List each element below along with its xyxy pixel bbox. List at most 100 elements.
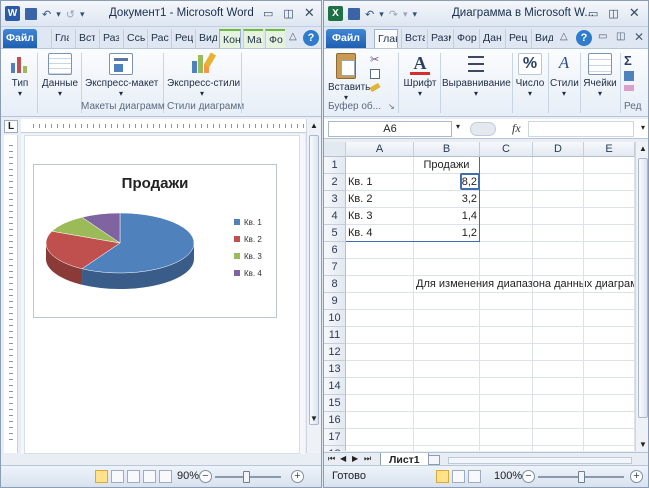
name-box[interactable]: A6 [328, 121, 452, 137]
cell-e12[interactable] [584, 344, 635, 361]
undo-dropdown-icon[interactable]: ▾ [379, 9, 384, 20]
minimize-icon[interactable]: ▭ [598, 31, 607, 42]
row-header-2[interactable]: 2 [324, 174, 346, 191]
minimize-icon[interactable]: ▭ [588, 7, 598, 20]
row-header-9[interactable]: 9 [324, 293, 346, 310]
cell-c16[interactable] [480, 412, 533, 429]
cell-a16[interactable] [346, 412, 414, 429]
document-page[interactable]: Продажи Кв. 1 Кв. 2 Кв. 3 Кв. 4 [24, 135, 300, 454]
copy-icon[interactable] [370, 69, 380, 79]
scroll-down-icon[interactable]: ▼ [639, 440, 647, 449]
formula-input[interactable] [528, 121, 634, 137]
cell-d7[interactable] [533, 259, 584, 276]
cell-a4[interactable]: Кв. 3 [346, 208, 414, 225]
cell-d18[interactable] [533, 446, 584, 451]
tab-page-layout[interactable]: Разм [427, 29, 451, 48]
horizontal-ruler[interactable] [21, 119, 321, 133]
scroll-down-icon[interactable]: ▼ [310, 414, 318, 423]
cell-c17[interactable] [480, 429, 533, 446]
cell-c9[interactable] [480, 293, 533, 310]
tab-view[interactable]: Вид [531, 29, 553, 48]
cell-d6[interactable] [533, 242, 584, 259]
cell-b15[interactable] [414, 395, 480, 412]
cell-b7[interactable] [414, 259, 480, 276]
cell-a2[interactable]: Кв. 1 [346, 174, 414, 191]
row-header-1[interactable]: 1 [324, 157, 346, 174]
insert-sheet-icon[interactable] [428, 455, 440, 465]
cell-e2[interactable] [584, 174, 635, 191]
cut-icon[interactable]: ✂ [370, 53, 379, 66]
cell-e11[interactable] [584, 327, 635, 344]
zoom-in-button[interactable]: + [630, 470, 643, 483]
cell-d11[interactable] [533, 327, 584, 344]
cell-a13[interactable] [346, 361, 414, 378]
row-header-11[interactable]: 11 [324, 327, 346, 344]
cell-a6[interactable] [346, 242, 414, 259]
dialog-launcher-icon[interactable]: ↘ [388, 102, 395, 111]
cell-a1[interactable] [346, 157, 414, 174]
customize-qat-icon[interactable]: ▾ [80, 9, 85, 20]
select-all-corner[interactable] [324, 142, 346, 157]
cell-b9[interactable] [414, 293, 480, 310]
close-icon[interactable]: ✕ [304, 5, 315, 21]
excel-vertical-scrollbar[interactable]: ▲ ▼ [635, 142, 648, 451]
cell-c4[interactable] [480, 208, 533, 225]
close-icon[interactable]: ✕ [634, 30, 644, 44]
excel-app-icon[interactable]: X [328, 6, 343, 21]
row-header-16[interactable]: 16 [324, 412, 346, 429]
alignment-button[interactable]: Выравнивание ▾ [442, 53, 511, 98]
cell-b18[interactable] [414, 446, 480, 451]
horizontal-scrollbar[interactable] [448, 457, 632, 464]
cell-e16[interactable] [584, 412, 635, 429]
cell-c1[interactable] [480, 157, 533, 174]
prev-sheet-icon[interactable]: ◀ [340, 454, 346, 463]
zoom-slider[interactable] [215, 471, 281, 483]
first-sheet-icon[interactable]: ⏮ [328, 454, 335, 464]
cell-a8[interactable] [346, 276, 414, 293]
web-layout-view-button[interactable] [127, 470, 140, 483]
column-header-e[interactable]: E [584, 142, 635, 157]
tab-view[interactable]: Вид [195, 29, 217, 48]
cell-a7[interactable] [346, 259, 414, 276]
cell-a9[interactable] [346, 293, 414, 310]
tab-formulas[interactable]: Фор [453, 29, 477, 48]
cell-a11[interactable] [346, 327, 414, 344]
redo-icon[interactable]: ↷ [389, 8, 398, 21]
cell-c11[interactable] [480, 327, 533, 344]
cell-c18[interactable] [480, 446, 533, 451]
cell-d1[interactable] [533, 157, 584, 174]
cell-e1[interactable] [584, 157, 635, 174]
cell-a15[interactable] [346, 395, 414, 412]
minimize-ribbon-icon[interactable]: △ [560, 31, 568, 42]
cell-a10[interactable] [346, 310, 414, 327]
fill-icon[interactable] [624, 71, 634, 81]
zoom-out-button[interactable]: − [199, 470, 212, 483]
row-header-8[interactable]: 8 [324, 276, 346, 293]
row-header-3[interactable]: 3 [324, 191, 346, 208]
format-painter-icon[interactable] [369, 82, 381, 93]
restore-icon[interactable]: ◫ [283, 7, 293, 20]
undo-dropdown-icon[interactable]: ▾ [56, 9, 61, 20]
next-sheet-icon[interactable]: ▶ [352, 454, 358, 463]
cell-c3[interactable] [480, 191, 533, 208]
cell-a5[interactable]: Кв. 4 [346, 225, 414, 242]
cell-e17[interactable] [584, 429, 635, 446]
paste-button[interactable]: Вставить ▾ [328, 53, 370, 102]
autosum-icon[interactable]: Σ [624, 53, 632, 68]
cell-e4[interactable] [584, 208, 635, 225]
row-header-7[interactable]: 7 [324, 259, 346, 276]
cell-b4[interactable]: 1,4 [414, 208, 480, 225]
tab-insert[interactable]: Вста [401, 29, 425, 48]
row-header-17[interactable]: 17 [324, 429, 346, 446]
cell-c15[interactable] [480, 395, 533, 412]
cell-b12[interactable] [414, 344, 480, 361]
cell-b13[interactable] [414, 361, 480, 378]
zoom-out-button[interactable]: − [522, 470, 535, 483]
row-header-15[interactable]: 15 [324, 395, 346, 412]
tab-page-layout[interactable]: Раз [99, 29, 119, 48]
cell-d8[interactable] [533, 276, 584, 293]
legend-entry-4[interactable]: Кв. 4 [244, 269, 262, 278]
cell-d2[interactable] [533, 174, 584, 191]
cell-d5[interactable] [533, 225, 584, 242]
cell-d14[interactable] [533, 378, 584, 395]
